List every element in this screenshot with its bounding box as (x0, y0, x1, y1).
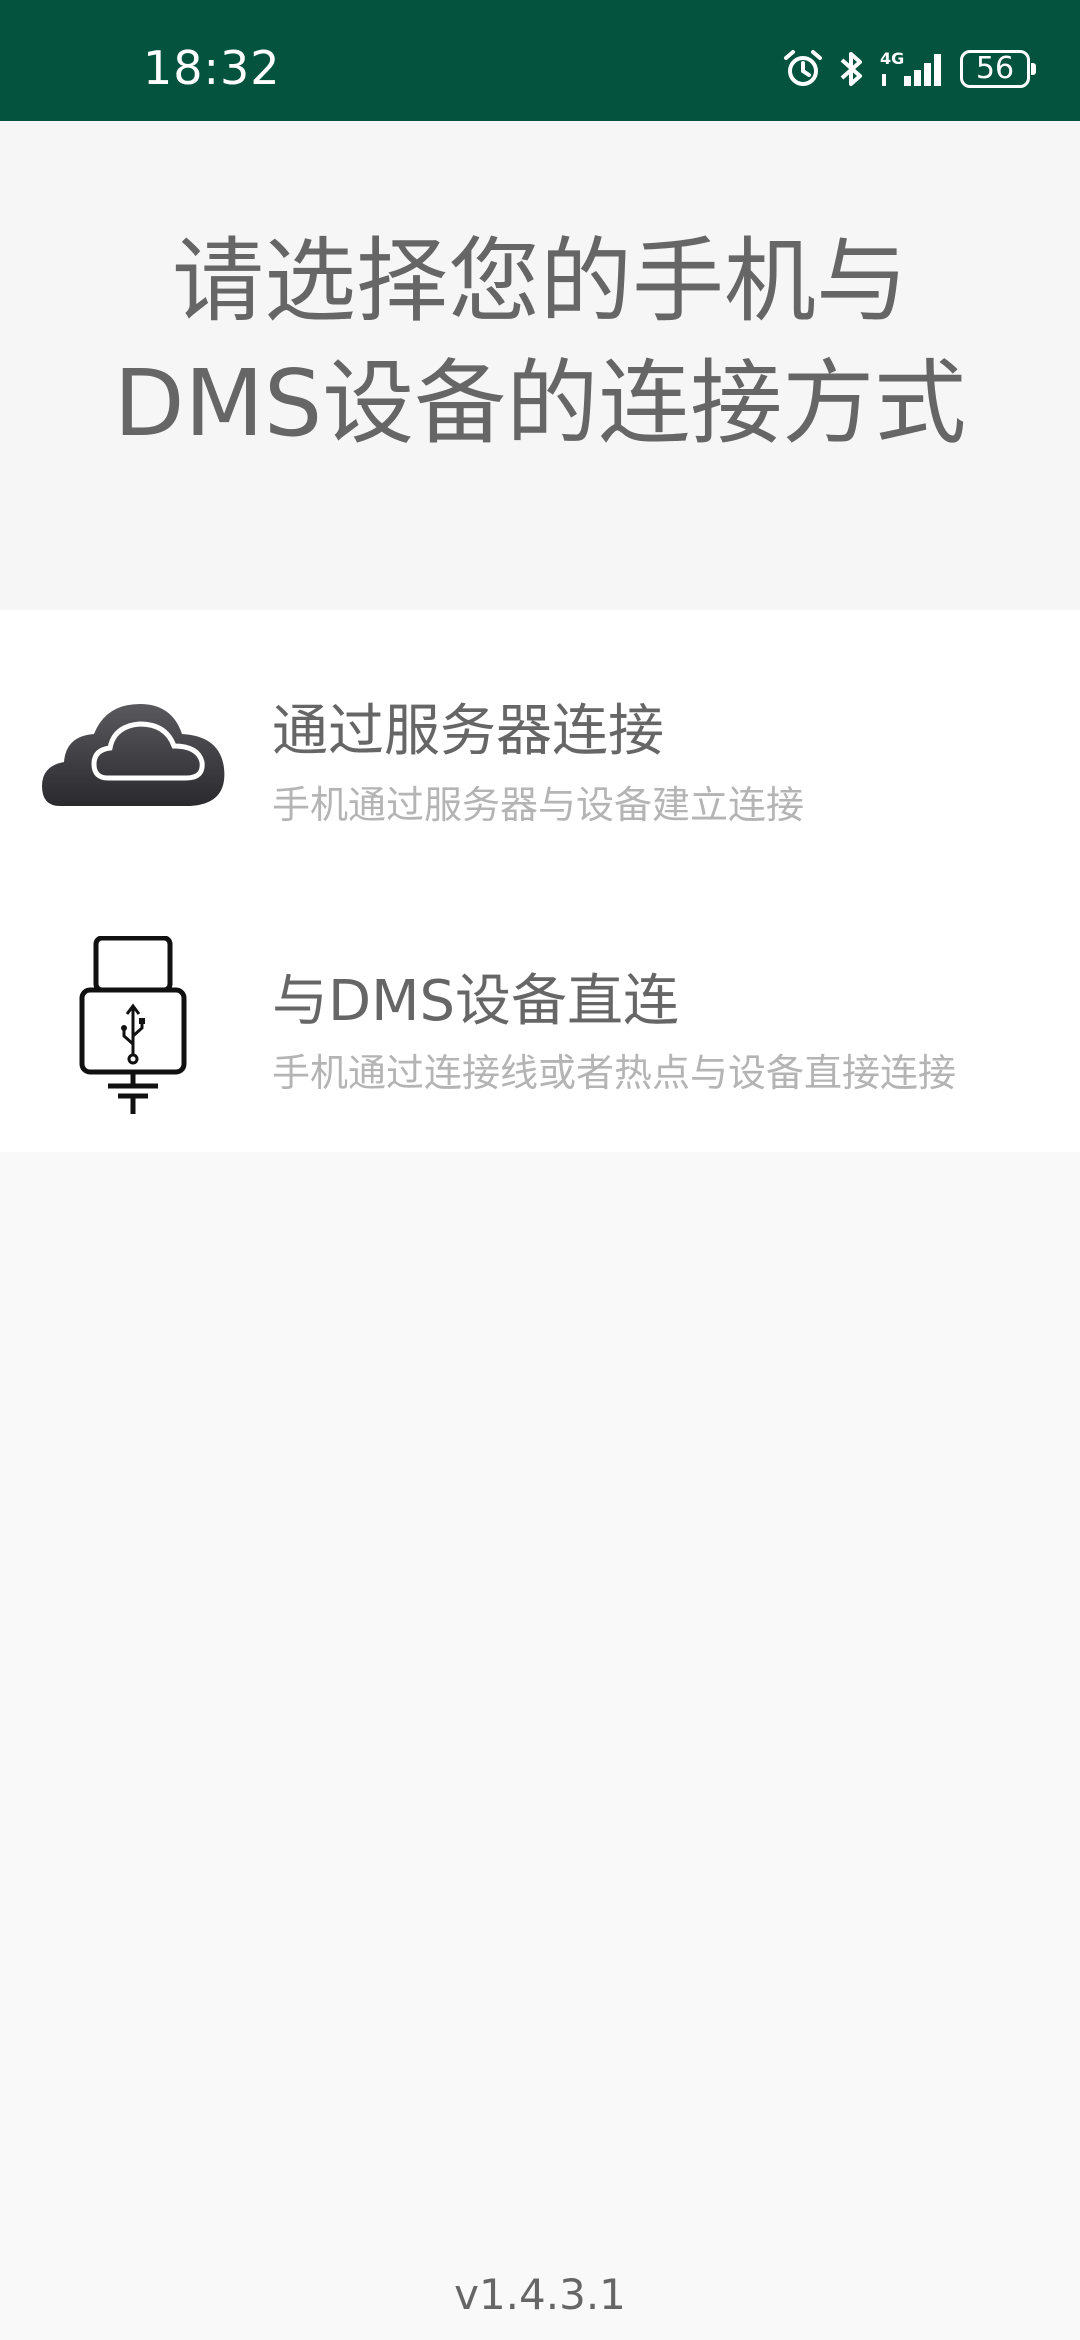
status-icons: 4G 56 (782, 44, 1036, 94)
battery-icon: 56 (960, 50, 1036, 88)
connection-options: 通过服务器连接 手机通过服务器与设备建立连接 与DMS设备直连 手机通过连接线或 (0, 610, 1080, 1152)
page-title: 请选择您的手机与 DMS设备的连接方式 (60, 221, 1020, 465)
app-version: v1.4.3.1 (454, 2270, 626, 2319)
header: 请选择您的手机与 DMS设备的连接方式 (0, 121, 1080, 610)
network-type-label: 4G (880, 49, 904, 68)
option-direct-title: 与DMS设备直连 (272, 969, 679, 1034)
option-direct-connection[interactable]: 与DMS设备直连 手机通过连接线或者热点与设备直接连接 (0, 900, 1080, 1140)
option-server-title: 通过服务器连接 (272, 699, 664, 764)
bluetooth-icon (838, 48, 866, 90)
option-server-subtitle: 手机通过服务器与设备建立连接 (272, 783, 805, 827)
page-title-line1: 请选择您的手机与 (171, 228, 908, 335)
signal-4g-icon: 4G (880, 48, 946, 90)
usb-plug-icon (76, 935, 196, 1130)
option-direct-subtitle: 手机通过连接线或者热点与设备直接连接 (272, 1051, 957, 1095)
alarm-icon (782, 48, 824, 90)
option-server-connection[interactable]: 通过服务器连接 手机通过服务器与设备建立连接 (0, 630, 1080, 870)
status-time: 18:32 (143, 41, 281, 95)
cloud-icon (40, 696, 230, 810)
page-title-line2: DMS设备的连接方式 (113, 350, 967, 457)
status-bar: 18:32 4G 56 (0, 0, 1080, 121)
